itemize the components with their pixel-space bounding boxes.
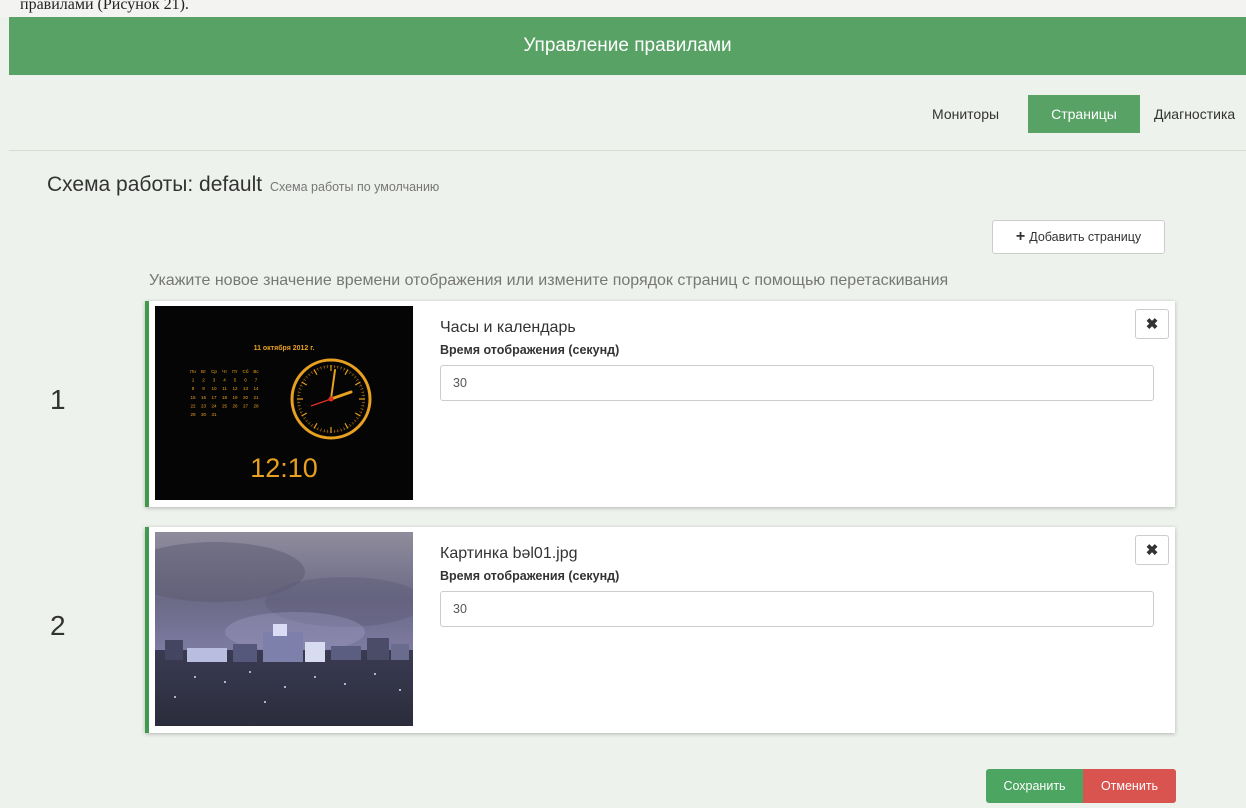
- calendar-day: 13: [243, 386, 249, 391]
- page-title: Часы и календарь: [440, 319, 576, 336]
- page-title: Картинка bəl01.jpg: [440, 545, 578, 562]
- nav-item-diagnostics[interactable]: Диагностика: [1144, 95, 1245, 133]
- display-time-label: Время отображения (секунд): [440, 343, 620, 357]
- page-card[interactable]: Картинка bəl01.jpg Время отображения (се…: [145, 527, 1175, 733]
- save-button[interactable]: Сохранить: [986, 769, 1083, 803]
- calendar-weekday: Пн: [190, 369, 196, 374]
- calendar-weekday: Вс: [253, 369, 259, 374]
- calendar-day: 22: [190, 403, 196, 408]
- clock-calendar-preview: 11 октября 2012 г. Пн Вт Ср Чт Пт Сб Вс1 2 3 4 5 6 7…: [155, 306, 413, 500]
- display-time-label: Время отображения (секунд): [440, 569, 620, 583]
- calendar-day: 8: [192, 386, 195, 391]
- add-page-button[interactable]: + Добавить страницу: [992, 220, 1165, 254]
- calendar-day: 3: [213, 378, 216, 383]
- calendar-day: 29: [190, 412, 196, 417]
- document-text: правилами (Рисунок 21).: [20, 0, 189, 13]
- calendar-day: 11: [222, 386, 227, 391]
- calendar-weekday: Чт: [222, 369, 228, 374]
- display-time-input[interactable]: [440, 365, 1154, 401]
- scheme-heading: Схема работы: default Схема работы по ум…: [47, 173, 439, 197]
- calendar-day: 9: [202, 386, 205, 391]
- calendar-day: 17: [211, 395, 217, 400]
- calendar-day: 12: [232, 386, 238, 391]
- page-card[interactable]: 11 октября 2012 г. Пн Вт Ср Чт Пт Сб Вс 1 2 3 4 5 6 7…: [145, 301, 1175, 507]
- calendar-day: 6: [244, 378, 247, 383]
- calendar-day: 18: [222, 395, 228, 400]
- close-icon: ✖: [1145, 542, 1159, 559]
- cancel-button[interactable]: Отменить: [1083, 769, 1176, 803]
- add-page-label: Добавить страницу: [1029, 230, 1142, 244]
- calendar-day: 14: [253, 386, 259, 391]
- calendar-day: 16: [201, 395, 207, 400]
- remove-page-button[interactable]: ✖: [1135, 309, 1169, 339]
- calendar-day: 23: [201, 403, 207, 408]
- calendar-day: 7: [255, 378, 258, 383]
- calendar-day: 27: [243, 403, 249, 408]
- calendar-day: 20: [243, 395, 249, 400]
- calendar-day: 28: [253, 403, 259, 408]
- scheme-description: Схема работы по умолчанию: [269, 180, 440, 194]
- display-time-input[interactable]: [440, 591, 1154, 627]
- city-night-photo: [155, 532, 413, 726]
- page-thumbnail-clock: 11 октября 2012 г. Пн Вт Ср Чт Пт Сб Вс 1 2 3 4 5 6 7…: [155, 306, 413, 500]
- calendar-weekday: Сб: [243, 369, 249, 374]
- plus-icon: +: [1015, 228, 1026, 245]
- close-icon: ✖: [1145, 316, 1159, 333]
- calendar-day: 15: [190, 395, 196, 400]
- app-title-bar: Управление правилами: [9, 17, 1246, 75]
- calendar-day: 4: [223, 378, 226, 383]
- calendar-weekday: Ср: [211, 369, 217, 374]
- document-text-strip: правилами (Рисунок 21).: [0, 0, 1246, 17]
- calendar-day: 5: [234, 378, 237, 383]
- calendar-day: 31: [211, 412, 217, 417]
- reorder-hint: Укажите новое значение времени отображен…: [149, 272, 949, 289]
- calendar-day: 10: [211, 386, 217, 391]
- calendar-day: 25: [222, 403, 228, 408]
- page-number: 1: [50, 384, 66, 415]
- calendar-day: 2: [202, 378, 205, 383]
- page-thumbnail-photo: [155, 532, 413, 726]
- calendar-day: 19: [232, 395, 238, 400]
- page-number: 2: [50, 610, 66, 641]
- calendar-day: 24: [211, 403, 217, 408]
- nav-item-pages[interactable]: Страницы: [1028, 95, 1140, 133]
- calendar-weekday: Пт: [232, 369, 238, 374]
- thumb-date: 11 октября 2012 г.: [254, 344, 315, 352]
- calendar-day: 30: [201, 412, 207, 417]
- remove-page-button[interactable]: ✖: [1135, 535, 1169, 565]
- nav-item-label: Мониторы: [932, 106, 1000, 122]
- thumb-time: 12:10: [250, 453, 318, 483]
- calendar-day: 1: [192, 378, 195, 383]
- scheme-title: Схема работы: default: [47, 173, 263, 196]
- calendar-day: 21: [253, 395, 259, 400]
- top-nav: Мониторы Страницы Диагностика: [9, 75, 1246, 151]
- nav-item-monitors[interactable]: Мониторы: [922, 95, 1009, 133]
- app-title: Управление правилами: [523, 35, 732, 56]
- calendar-day: 26: [232, 403, 238, 408]
- nav-item-label: Диагностика: [1154, 106, 1236, 122]
- nav-item-label: Страницы: [1051, 106, 1117, 122]
